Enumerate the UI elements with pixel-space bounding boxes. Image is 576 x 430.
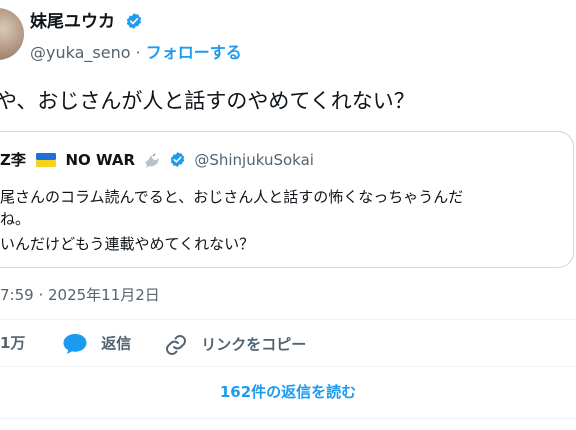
link-icon (166, 335, 186, 355)
divider-top (0, 319, 576, 320)
quoted-text-line-1: 尾さんのコラム読んでると、おじさん人と話すの怖くなっちゃうんだ (0, 188, 464, 206)
follow-button[interactable]: フォローする (146, 43, 242, 62)
tweet-text: や、おじさんが人と話すのやめてくれない？ (0, 89, 415, 113)
reply-bubble-icon (63, 334, 87, 354)
separator-dot: · (135, 43, 141, 62)
author-name-text[interactable]: 妹尾ユウカ (30, 12, 115, 32)
quoted-tweet-header: Z李 NO WAR @ShinjukuSokai (0, 150, 314, 170)
dove-icon (144, 152, 159, 168)
author-handle-row: @yuka_seno · フォローする (30, 42, 242, 64)
reply-label: 返信 (101, 334, 132, 353)
quoted-no-war-text: NO WAR (65, 151, 136, 169)
author-handle[interactable]: @yuka_seno (30, 43, 131, 62)
quoted-text-line-2: ね。 (0, 210, 31, 228)
quoted-verified-badge-icon (170, 152, 184, 167)
ukraine-flag-icon (35, 153, 56, 167)
quoted-author-handle: @ShinjukuSokai (194, 151, 314, 169)
reply-action[interactable]: 返信 (62, 333, 131, 355)
author-avatar[interactable] (0, 8, 24, 60)
copy-link-action[interactable]: リンクをコピー (164, 333, 306, 357)
verified-badge-icon (126, 13, 142, 29)
copy-link-label: リンクをコピー (201, 335, 307, 354)
like-count: 1万 (0, 334, 26, 352)
tweet-timestamp[interactable]: 7:59 · 2025年11月2日 (0, 285, 160, 305)
read-replies-button[interactable]: 162件の返信を読む (0, 366, 576, 418)
quoted-author-name: Z李 (0, 151, 26, 169)
quoted-text-line-3: いんだけどもう連載やめてくれない？ (0, 235, 255, 253)
divider-footer (0, 418, 576, 419)
like-action[interactable]: 1万 (0, 333, 25, 353)
author-name[interactable]: 妹尾ユウカ (30, 10, 143, 34)
